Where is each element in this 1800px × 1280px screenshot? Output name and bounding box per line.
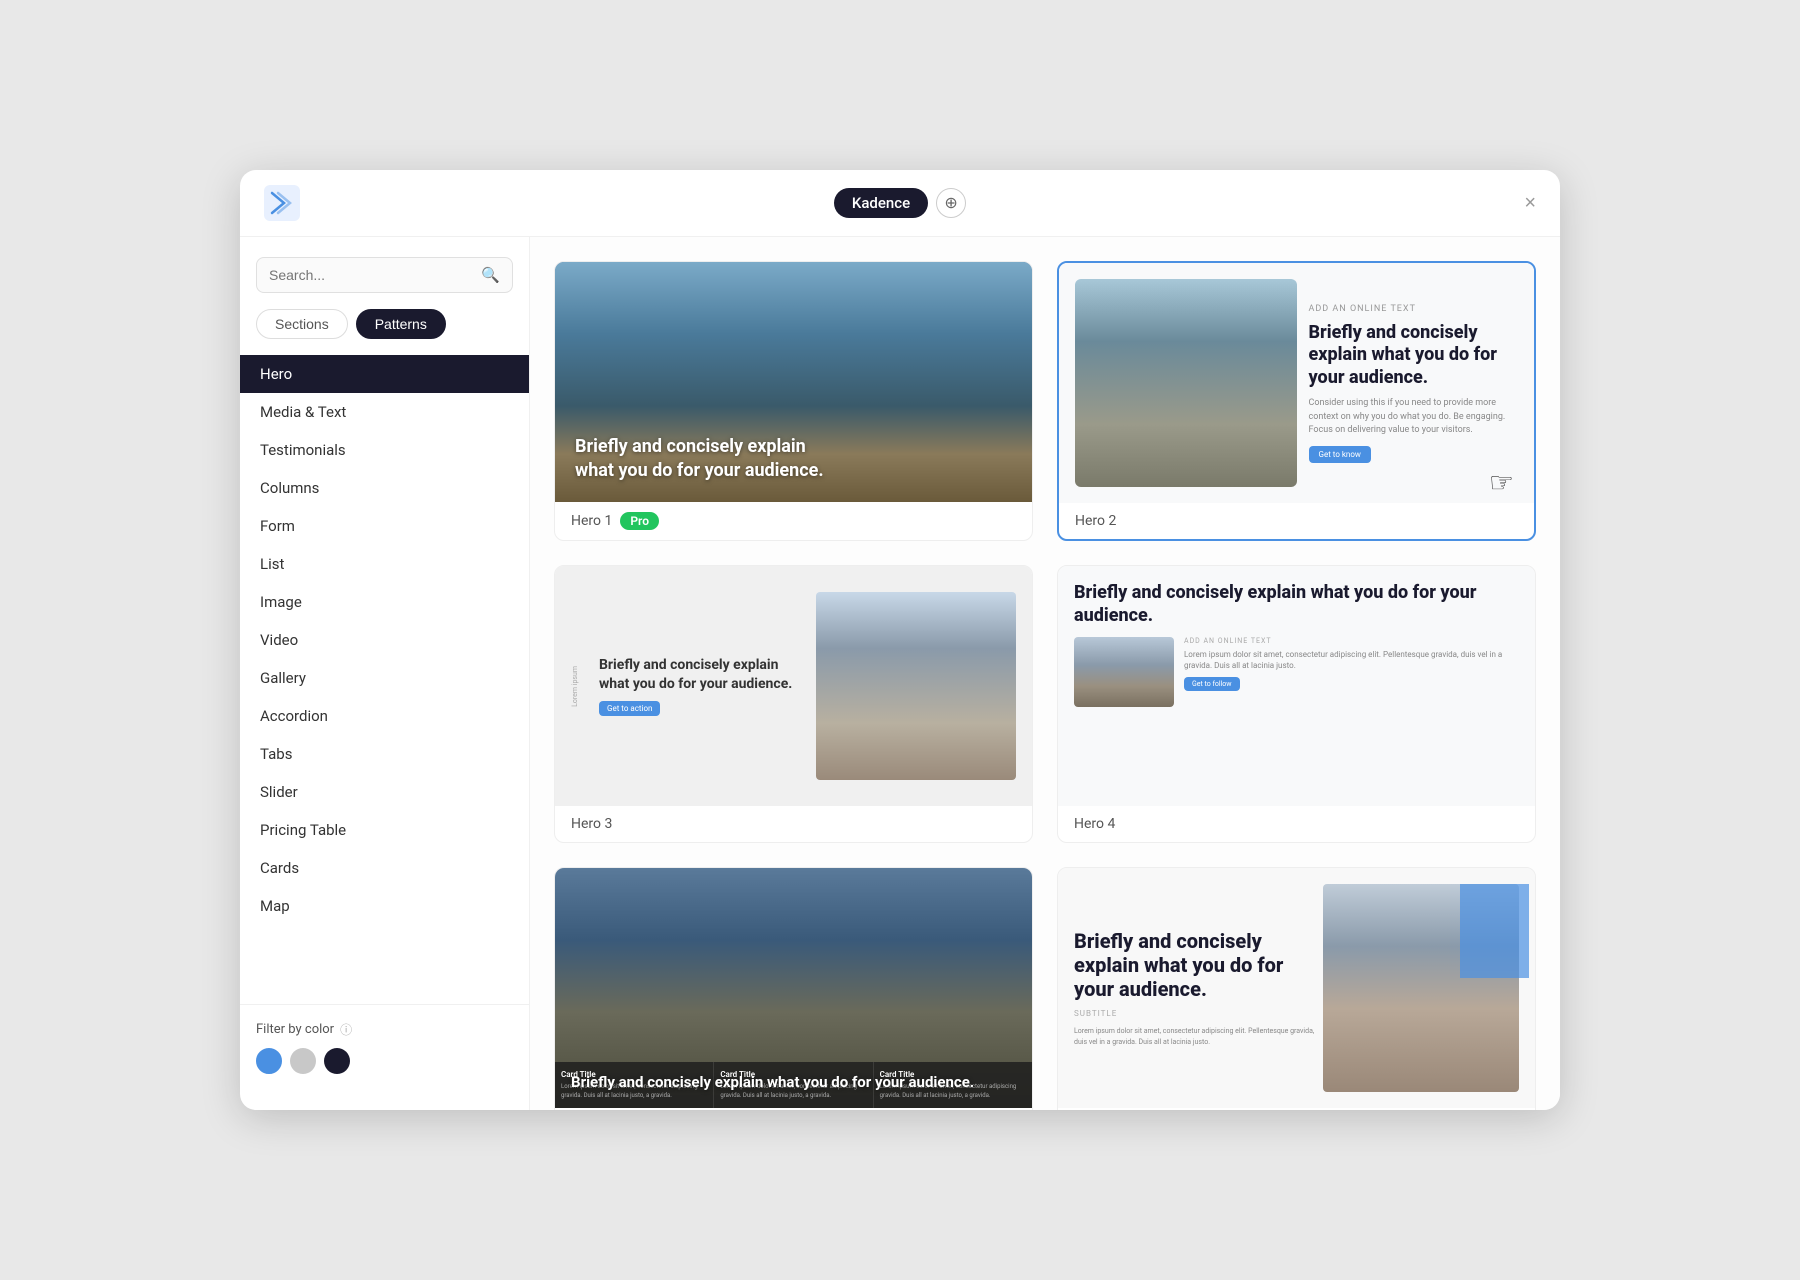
card-preview-hero1: Briefly and concisely explainwhat you do…	[555, 262, 1032, 502]
hero4-content: Add an online text Lorem ipsum dolor sit…	[1184, 637, 1519, 691]
hero4-title: Briefly and concisely explain what you d…	[1074, 582, 1519, 627]
nav-item-tabs[interactable]: Tabs	[240, 735, 529, 773]
nav-list: Hero Media & Text Testimonials Columns F…	[240, 355, 529, 1004]
hero4-cta-button: Get to follow	[1184, 677, 1240, 691]
hero4-row: Add an online text Lorem ipsum dolor sit…	[1074, 637, 1519, 707]
tab-row: Sections Patterns	[240, 309, 529, 355]
hero4-mountain-image	[1074, 637, 1174, 707]
hero6-background: Briefly and concisely explain what you d…	[1058, 868, 1535, 1108]
card-preview-hero2: Add an online text Briefly and concisely…	[1059, 263, 1534, 503]
info-icon: ⓘ	[340, 1021, 352, 1038]
hero2-eyebrow: Add an online text	[1309, 304, 1519, 314]
nav-item-gallery[interactable]: Gallery	[240, 659, 529, 697]
card-preview-hero4: Briefly and concisely explain what you d…	[1058, 566, 1535, 806]
title-pill: Kadence ⊕	[834, 188, 966, 218]
plus-icon: ⊕	[944, 193, 957, 213]
hero3-vertical-text: Lorem ipsum	[571, 666, 579, 707]
nav-item-map[interactable]: Map	[240, 887, 529, 925]
hero3-background: Lorem ipsum Briefly and concisely explai…	[555, 566, 1032, 806]
card-label-hero3: Hero 3	[571, 816, 612, 832]
hero4-background: Briefly and concisely explain what you d…	[1058, 566, 1535, 806]
nav-item-columns[interactable]: Columns	[240, 469, 529, 507]
nav-item-image[interactable]: Image	[240, 583, 529, 621]
sidebar: 🔍 Sections Patterns Hero Media & Text Te…	[240, 237, 530, 1110]
card-hero6[interactable]: Briefly and concisely explain what you d…	[1057, 867, 1536, 1110]
hero1-background: Briefly and concisely explainwhat you do…	[555, 262, 1032, 502]
filter-section: Filter by color ⓘ	[240, 1004, 529, 1090]
card-hero5[interactable]: Briefly and concisely explain what you d…	[554, 867, 1033, 1110]
card-footer-hero5: Hero 5	[555, 1108, 1032, 1110]
pro-badge-hero1: Pro	[620, 512, 659, 530]
nav-item-cards[interactable]: Cards	[240, 849, 529, 887]
tab-sections[interactable]: Sections	[256, 309, 348, 339]
logo	[264, 185, 300, 221]
hero6-left-content: Briefly and concisely explain what you d…	[1074, 884, 1323, 1092]
hero3-cta-button: Get to action	[599, 701, 660, 716]
color-dot-blue[interactable]	[256, 1048, 282, 1074]
hero5-background: Briefly and concisely explain what you d…	[555, 868, 1032, 1108]
close-button[interactable]: ×	[1524, 193, 1536, 213]
filter-dots	[256, 1048, 513, 1074]
card-footer-hero1: Hero 1 Pro	[555, 502, 1032, 540]
nav-item-accordion[interactable]: Accordion	[240, 697, 529, 735]
nav-item-media-text[interactable]: Media & Text	[240, 393, 529, 431]
card-footer-hero2: Hero 2	[1059, 503, 1534, 539]
content-area: 🔍 Sections Patterns Hero Media & Text Te…	[240, 237, 1560, 1110]
nav-item-pricing-table[interactable]: Pricing Table	[240, 811, 529, 849]
hero4-eyebrow: Add an online text	[1184, 637, 1519, 645]
card-hero2[interactable]: Add an online text Briefly and concisely…	[1057, 261, 1536, 541]
color-dot-gray[interactable]	[290, 1048, 316, 1074]
search-box[interactable]: 🔍	[256, 257, 513, 293]
card-label-hero4: Hero 4	[1074, 816, 1115, 832]
filter-label: Filter by color ⓘ	[256, 1021, 513, 1038]
card-preview-hero6: Briefly and concisely explain what you d…	[1058, 868, 1535, 1108]
brand-label: Kadence	[834, 188, 928, 218]
card-hero1[interactable]: Briefly and concisely explainwhat you do…	[554, 261, 1033, 541]
hero3-mountain-image	[816, 592, 1016, 779]
search-input[interactable]	[269, 267, 473, 283]
card-hero3[interactable]: Lorem ipsum Briefly and concisely explai…	[554, 565, 1033, 843]
hero3-title: Briefly and concisely explain what you d…	[599, 656, 804, 692]
card-hero4[interactable]: Briefly and concisely explain what you d…	[1057, 565, 1536, 843]
hero2-cta-button: Get to know	[1309, 446, 1371, 463]
nav-item-form[interactable]: Form	[240, 507, 529, 545]
hero5-title: Briefly and concisely explain what you d…	[571, 1073, 974, 1093]
card-label-hero2: Hero 2	[1075, 513, 1116, 529]
hero6-title: Briefly and concisely explain what you d…	[1074, 929, 1323, 1001]
nav-item-list[interactable]: List	[240, 545, 529, 583]
add-button[interactable]: ⊕	[936, 188, 966, 218]
search-wrap: 🔍	[240, 257, 529, 309]
hero2-background: Add an online text Briefly and concisely…	[1059, 263, 1534, 503]
card-label-hero1: Hero 1	[571, 513, 612, 529]
color-dot-dark[interactable]	[324, 1048, 350, 1074]
hero2-desc: Consider using this if you need to provi…	[1309, 397, 1519, 438]
hero6-blue-accent	[1460, 884, 1529, 978]
cards-grid: Briefly and concisely explainwhat you do…	[554, 261, 1536, 1110]
nav-item-testimonials[interactable]: Testimonials	[240, 431, 529, 469]
nav-item-hero[interactable]: Hero	[240, 355, 529, 393]
titlebar: Kadence ⊕ ×	[240, 170, 1560, 237]
app-window: Kadence ⊕ × 🔍 Sections Patterns Hero Med	[240, 170, 1560, 1110]
hero2-title: Briefly and concisely explain what you d…	[1309, 322, 1519, 390]
tab-patterns[interactable]: Patterns	[356, 309, 446, 339]
card-footer-hero6: Hero 6	[1058, 1108, 1535, 1110]
hero3-text-area: Briefly and concisely explain what you d…	[599, 656, 804, 715]
hero2-mountain-image	[1075, 279, 1297, 487]
card-footer-hero3: Hero 3	[555, 806, 1032, 842]
search-icon: 🔍	[481, 266, 500, 284]
hero4-desc: Lorem ipsum dolor sit amet, consectetur …	[1184, 649, 1519, 671]
hero6-subtitle: SUBTITLE	[1074, 1009, 1323, 1018]
card-preview-hero3: Lorem ipsum Briefly and concisely explai…	[555, 566, 1032, 806]
main-content: Briefly and concisely explainwhat you do…	[530, 237, 1560, 1110]
nav-item-slider[interactable]: Slider	[240, 773, 529, 811]
hero1-text: Briefly and concisely explainwhat you do…	[575, 435, 824, 482]
card-preview-hero5: Briefly and concisely explain what you d…	[555, 868, 1032, 1108]
hero6-desc: Lorem ipsum dolor sit amet, consectetur …	[1074, 1026, 1323, 1047]
cursor-icon: ☞	[1489, 466, 1514, 499]
nav-item-video[interactable]: Video	[240, 621, 529, 659]
hero2-content: Add an online text Briefly and concisely…	[1309, 304, 1519, 463]
card-footer-hero4: Hero 4	[1058, 806, 1535, 842]
